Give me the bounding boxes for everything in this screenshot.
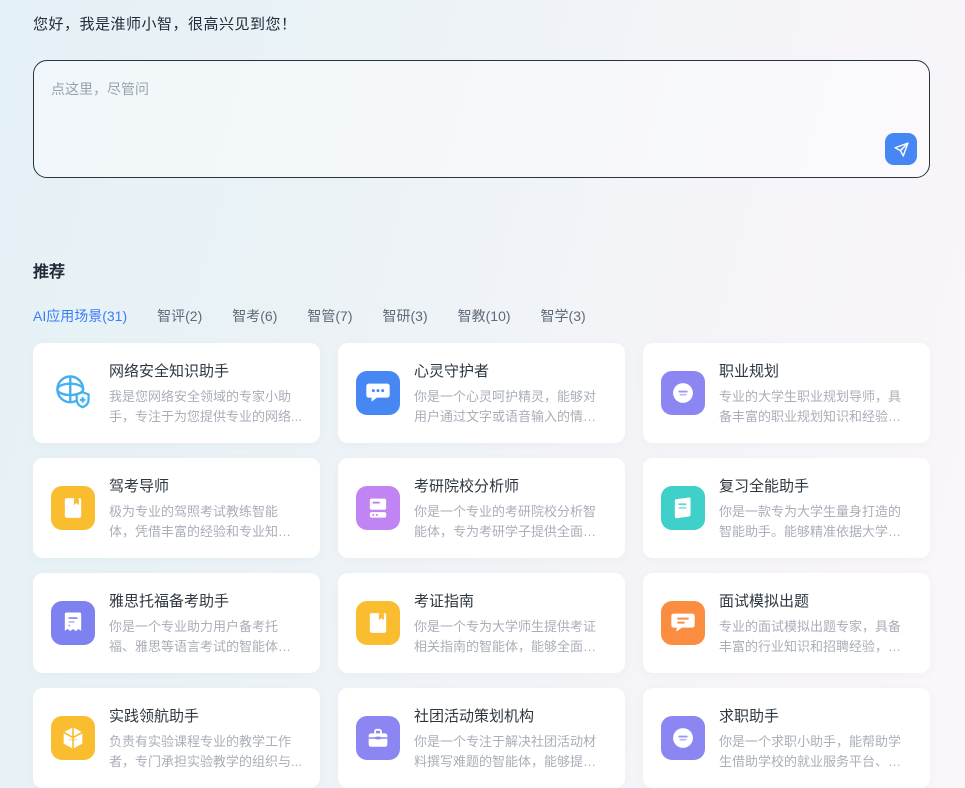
paper-plane-icon (893, 141, 910, 158)
agent-card[interactable]: 考研院校分析师 你是一个专业的考研院校分析智能体，专为考研学子提供全面、精... (338, 458, 625, 558)
agent-card[interactable]: 心灵守护者 你是一个心灵呵护精灵，能够对用户通过文字或语音输入的情绪日... (338, 343, 625, 443)
tab-zhiping[interactable]: 智评(2) (157, 306, 202, 326)
tab-zhixue[interactable]: 智学(3) (541, 306, 586, 326)
card-description: 你是一款专为大学生量身打造的智能助手。能够精准依据大学生的... (719, 502, 912, 542)
card-description: 你是一个心灵呵护精灵，能够对用户通过文字或语音输入的情绪日... (414, 387, 607, 427)
card-title: 网络安全知识助手 (109, 360, 302, 381)
card-title: 职业规划 (719, 360, 912, 381)
card-title: 复习全能助手 (719, 475, 912, 496)
agent-card[interactable]: 社团活动策划机构 你是一个专注于解决社团活动材料撰写难题的智能体，能够提供极..… (338, 688, 625, 788)
briefcase-icon (356, 716, 400, 760)
question-input[interactable] (34, 61, 929, 177)
card-title: 面试模拟出题 (719, 590, 912, 611)
send-button[interactable] (885, 133, 917, 165)
agent-card[interactable]: 职业规划 专业的大学生职业规划导师，具备丰富的职业规划知识和经验，能... (643, 343, 930, 443)
card-title: 求职助手 (719, 705, 912, 726)
card-description: 你是一个专为大学师生提供考证相关指南的智能体，能够全面且精... (414, 617, 607, 657)
agent-card[interactable]: 复习全能助手 你是一款专为大学生量身打造的智能助手。能够精准依据大学生的... (643, 458, 930, 558)
notebook-icon (661, 486, 705, 530)
agent-card[interactable]: 网络安全知识助手 我是您网络安全领域的专家小助手，专注于为您提供专业的网络... (33, 343, 320, 443)
agent-card[interactable]: 驾考导师 极为专业的驾照考试教练智能体，凭借丰富的经验和专业知识，致... (33, 458, 320, 558)
card-description: 你是一个专业的考研院校分析智能体，专为考研学子提供全面、精... (414, 502, 607, 542)
card-title: 驾考导师 (109, 475, 302, 496)
resume-badge-icon (661, 371, 705, 415)
agent-card[interactable]: 雅思托福备考助手 你是一个专业助力用户备考托福、雅思等语言考试的智能体。 ## … (33, 573, 320, 673)
card-title: 考研院校分析师 (414, 475, 607, 496)
book-icon (51, 486, 95, 530)
agent-card-grid: 网络安全知识助手 我是您网络安全领域的专家小助手，专注于为您提供专业的网络...… (33, 343, 930, 788)
resume-badge-icon (661, 716, 705, 760)
book-icon (356, 601, 400, 645)
question-input-box (33, 60, 930, 178)
card-title: 考证指南 (414, 590, 607, 611)
tab-ai-scenes[interactable]: AI应用场景(31) (33, 306, 127, 326)
card-description: 你是一个求职小助手，能帮助学生借助学校的就业服务平台、招聘... (719, 732, 912, 772)
tab-zhiguan[interactable]: 智管(7) (307, 306, 352, 326)
category-tabs: AI应用场景(31) 智评(2) 智考(6) 智管(7) 智研(3) 智教(10… (33, 306, 586, 326)
recommend-title: 推荐 (33, 258, 65, 282)
chat-dots-icon (356, 371, 400, 415)
card-description: 专业的大学生职业规划导师，具备丰富的职业规划知识和经验，能... (719, 387, 912, 427)
tab-zhijiao[interactable]: 智教(10) (458, 306, 511, 326)
card-description: 专业的面试模拟出题专家，具备丰富的行业知识和招聘经验，能够... (719, 617, 912, 657)
assistant-home-page: 您好，我是淮师小智，很高兴见到您！ 推荐 AI应用场景(31) 智评(2) 智考… (0, 0, 965, 788)
card-title: 实践领航助手 (109, 705, 302, 726)
cube-icon (51, 716, 95, 760)
card-title: 社团活动策划机构 (414, 705, 607, 726)
card-title: 心灵守护者 (414, 360, 607, 381)
card-description: 你是一个专业助力用户备考托福、雅思等语言考试的智能体。 ## ... (109, 617, 302, 657)
card-description: 负责有实验课程专业的教学工作者，专门承担实验教学的组织与... (109, 732, 302, 772)
globe-shield-icon (51, 371, 95, 415)
greeting-text: 您好，我是淮师小智，很高兴见到您！ (33, 13, 297, 34)
chat-lines-icon (661, 601, 705, 645)
tab-zhiyan[interactable]: 智研(3) (383, 306, 428, 326)
document-icon (51, 601, 95, 645)
agent-card[interactable]: 面试模拟出题 专业的面试模拟出题专家，具备丰富的行业知识和招聘经验，能够... (643, 573, 930, 673)
server-icon (356, 486, 400, 530)
card-description: 你是一个专注于解决社团活动材料撰写难题的智能体，能够提供极... (414, 732, 607, 772)
tab-zhikao[interactable]: 智考(6) (232, 306, 277, 326)
card-description: 极为专业的驾照考试教练智能体，凭借丰富的经验和专业知识，致... (109, 502, 302, 542)
agent-card[interactable]: 实践领航助手 负责有实验课程专业的教学工作者，专门承担实验教学的组织与... (33, 688, 320, 788)
agent-card[interactable]: 求职助手 你是一个求职小助手，能帮助学生借助学校的就业服务平台、招聘... (643, 688, 930, 788)
agent-card[interactable]: 考证指南 你是一个专为大学师生提供考证相关指南的智能体，能够全面且精... (338, 573, 625, 673)
card-description: 我是您网络安全领域的专家小助手，专注于为您提供专业的网络... (109, 387, 302, 427)
card-title: 雅思托福备考助手 (109, 590, 302, 611)
